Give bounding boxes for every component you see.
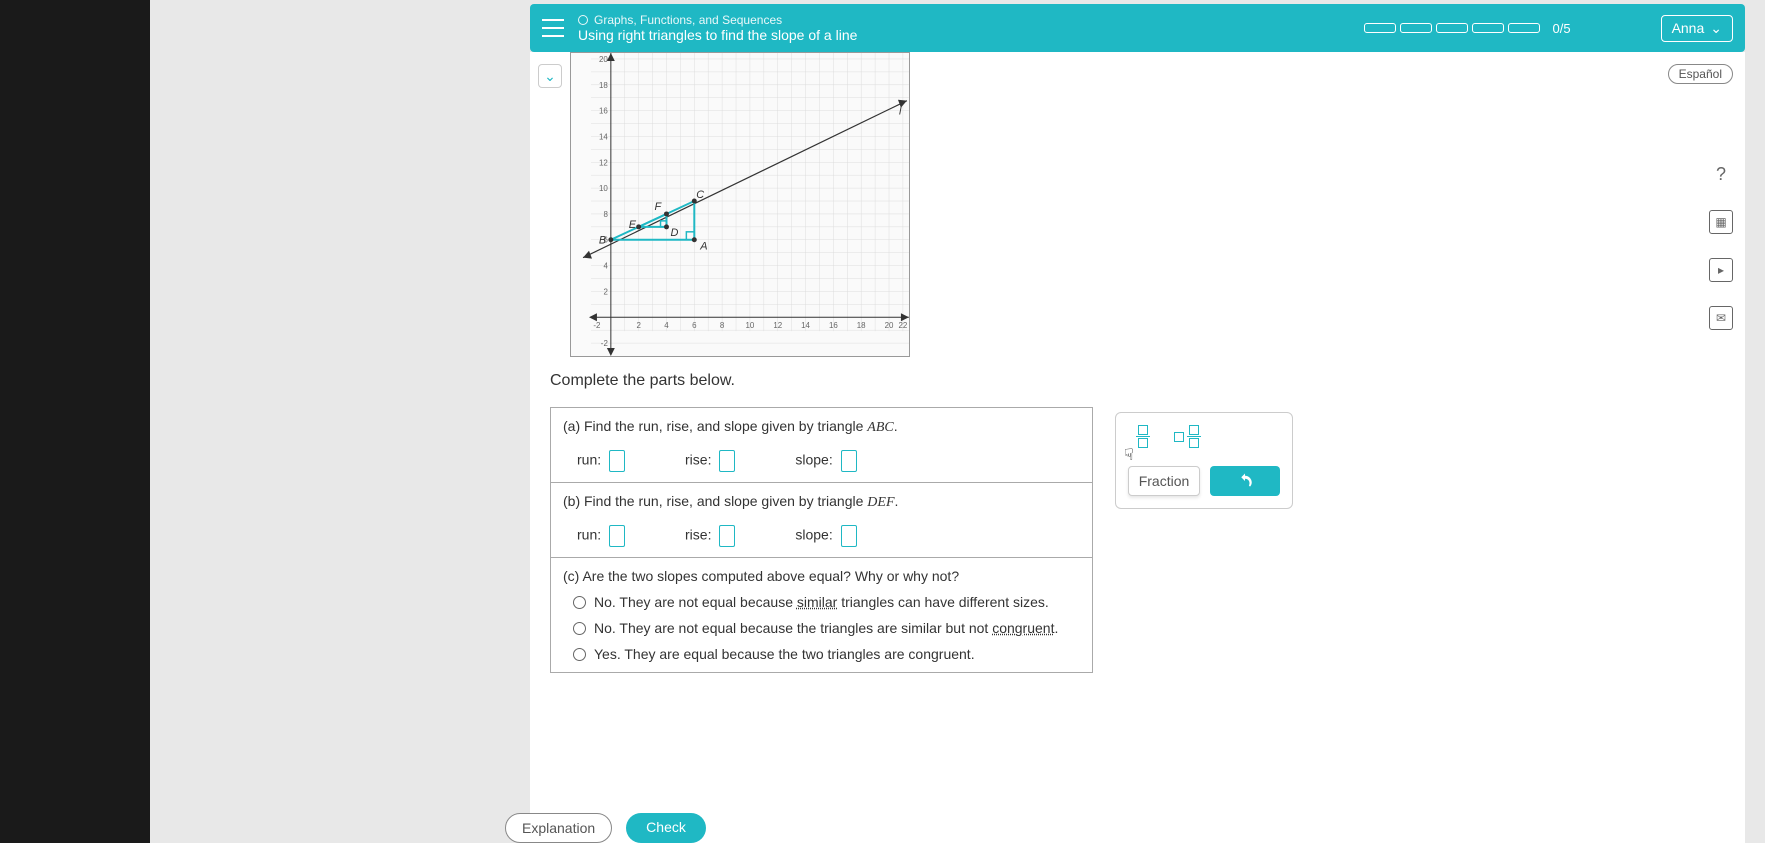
slope-input-a[interactable] — [841, 450, 857, 472]
svg-text:2: 2 — [603, 287, 608, 296]
math-palette: ☟ Fraction — [1115, 412, 1293, 509]
part-a: (a) Find the run, rise, and slope given … — [551, 408, 1092, 483]
svg-text:A: A — [699, 241, 707, 253]
svg-text:8: 8 — [720, 321, 725, 330]
svg-text:-2: -2 — [593, 321, 601, 330]
breadcrumb: Graphs, Functions, and Sequences — [578, 13, 857, 27]
calculator-icon[interactable]: ▦ — [1709, 210, 1733, 234]
side-toolbar: ? ▦ ▸ ✉ — [1709, 162, 1733, 330]
svg-text:4: 4 — [664, 321, 669, 330]
svg-text:20: 20 — [599, 55, 608, 64]
photo-dark-border — [0, 0, 150, 843]
lesson-circle-icon — [578, 15, 588, 25]
svg-text:4: 4 — [603, 262, 608, 271]
fraction-tooltip: Fraction — [1128, 466, 1200, 496]
svg-text:E: E — [629, 219, 637, 231]
run-label-a: run: — [577, 450, 625, 472]
option-3[interactable]: Yes. They are equal because the two tria… — [563, 646, 1080, 662]
page-title: Using right triangles to find the slope … — [578, 27, 857, 43]
rise-label-b: rise: — [685, 525, 735, 547]
part-b-prompt: (b) Find the run, rise, and slope given … — [563, 493, 898, 509]
svg-text:10: 10 — [746, 321, 755, 330]
svg-text:14: 14 — [801, 321, 810, 330]
question-panel: (a) Find the run, rise, and slope given … — [550, 407, 1093, 673]
progress-seg — [1436, 23, 1468, 33]
progress-bar: 0/5 — [1364, 21, 1590, 36]
explanation-button[interactable]: Explanation — [505, 813, 612, 843]
header-bar: Graphs, Functions, and Sequences Using r… — [530, 4, 1745, 52]
progress-seg — [1472, 23, 1504, 33]
rise-input-b[interactable] — [719, 525, 735, 547]
part-b: (b) Find the run, rise, and slope given … — [551, 483, 1092, 558]
undo-icon — [1236, 472, 1254, 490]
svg-text:F: F — [655, 201, 663, 213]
slope-label-b: slope: — [795, 525, 856, 547]
part-c-prompt: (c) Are the two slopes computed above eq… — [563, 568, 1080, 584]
score-text: 0/5 — [1552, 21, 1570, 36]
svg-text:B: B — [599, 235, 606, 247]
cursor-hand-icon: ☟ — [1124, 445, 1134, 465]
option-1-text: No. They are not equal because similar t… — [594, 594, 1049, 610]
slope-label-a: slope: — [795, 450, 856, 472]
chevron-down-icon: ⌄ — [544, 68, 556, 85]
run-input-a[interactable] — [609, 450, 625, 472]
radio-icon[interactable] — [573, 622, 586, 635]
svg-text:16: 16 — [599, 107, 608, 116]
menu-icon[interactable] — [542, 19, 564, 37]
collapse-button[interactable]: ⌄ — [538, 64, 562, 88]
svg-text:10: 10 — [599, 184, 608, 193]
svg-text:14: 14 — [599, 132, 608, 141]
radio-icon[interactable] — [573, 648, 586, 661]
option-2[interactable]: No. They are not equal because the trian… — [563, 620, 1080, 636]
slope-input-b[interactable] — [841, 525, 857, 547]
rise-input-a[interactable] — [719, 450, 735, 472]
svg-text:-2: -2 — [601, 339, 609, 348]
svg-text:D: D — [670, 227, 678, 239]
bottom-buttons: Explanation Check — [505, 813, 706, 843]
graph-svg: 2018161412108642-2 -2246810121416182022 … — [571, 53, 909, 356]
svg-text:l: l — [899, 106, 902, 118]
mixed-fraction-icon[interactable] — [1174, 425, 1201, 448]
progress-seg — [1400, 23, 1432, 33]
message-icon[interactable]: ✉ — [1709, 306, 1733, 330]
graph-plot: 2018161412108642-2 -2246810121416182022 … — [570, 52, 910, 357]
option-2-text: No. They are not equal because the trian… — [594, 620, 1058, 636]
part-a-prompt: (a) Find the run, rise, and slope given … — [563, 418, 898, 434]
svg-text:2: 2 — [636, 321, 641, 330]
instruction-text: Complete the parts below. — [550, 372, 735, 390]
svg-text:22: 22 — [899, 321, 908, 330]
option-3-text: Yes. They are equal because the two tria… — [594, 646, 975, 662]
undo-button[interactable] — [1210, 466, 1280, 496]
svg-text:C: C — [696, 189, 704, 201]
header-titles: Graphs, Functions, and Sequences Using r… — [578, 13, 857, 43]
run-input-b[interactable] — [609, 525, 625, 547]
language-button[interactable]: Español — [1668, 64, 1733, 84]
svg-text:16: 16 — [829, 321, 838, 330]
video-icon[interactable]: ▸ — [1709, 258, 1733, 282]
svg-text:12: 12 — [773, 321, 782, 330]
svg-text:6: 6 — [692, 321, 697, 330]
progress-seg — [1364, 23, 1396, 33]
svg-text:18: 18 — [857, 321, 866, 330]
user-menu[interactable]: Anna ⌄ — [1661, 15, 1733, 42]
content-area: ⌄ Español ? ▦ ▸ ✉ 20 18 16 14 12 10 8 6 4 2 -2 — [530, 52, 1745, 843]
progress-seg — [1508, 23, 1540, 33]
svg-text:18: 18 — [599, 81, 608, 90]
rise-label-a: rise: — [685, 450, 735, 472]
user-name: Anna — [1672, 20, 1705, 36]
svg-text:20: 20 — [885, 321, 894, 330]
option-1[interactable]: No. They are not equal because similar t… — [563, 594, 1080, 610]
main-panel: Graphs, Functions, and Sequences Using r… — [150, 0, 1765, 843]
part-c: (c) Are the two slopes computed above eq… — [551, 558, 1092, 672]
fraction-icon[interactable] — [1136, 425, 1150, 448]
chevron-down-icon: ⌄ — [1710, 20, 1722, 37]
radio-icon[interactable] — [573, 596, 586, 609]
svg-text:12: 12 — [599, 158, 608, 167]
help-icon[interactable]: ? — [1709, 162, 1733, 186]
svg-text:8: 8 — [603, 210, 608, 219]
check-button[interactable]: Check — [626, 813, 706, 843]
run-label-b: run: — [577, 525, 625, 547]
